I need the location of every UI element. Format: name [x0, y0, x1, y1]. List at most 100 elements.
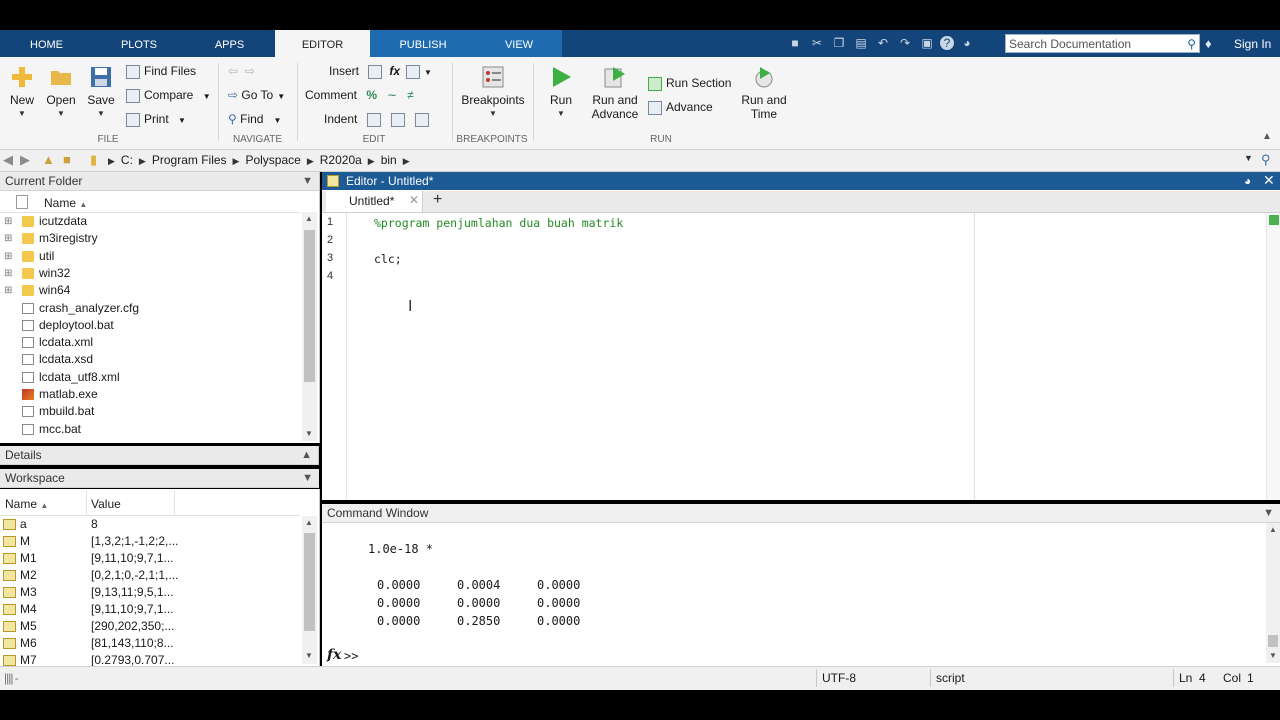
collapse-ribbon-icon[interactable]: ▲	[1262, 131, 1272, 142]
insert-section-icon[interactable]	[368, 64, 383, 79]
search-documentation-input[interactable]: Search Documentation ⚲	[1005, 34, 1200, 53]
scroll-down-icon[interactable]: ▼	[1269, 651, 1277, 660]
run-button[interactable]: Run ▼	[545, 65, 577, 118]
redo-icon[interactable]: ↷	[896, 34, 914, 52]
breadcrumb-item[interactable]: C:	[121, 153, 133, 167]
ws-name-column-header[interactable]: Name ▲	[5, 497, 48, 511]
options-icon[interactable]: ◕	[958, 34, 976, 52]
command-prompt[interactable]: >>	[344, 649, 358, 663]
workspace-scrollbar[interactable]: ▲ ▼	[302, 516, 317, 664]
tab-view[interactable]: VIEW	[476, 30, 562, 57]
print-button[interactable]: Print ▼	[126, 109, 186, 129]
file-item[interactable]: deploytool.bat	[0, 317, 300, 334]
folder-item[interactable]: ⊞ icutzdata	[0, 213, 300, 230]
comment-icon[interactable]: %	[366, 88, 377, 102]
workspace-variable-row[interactable]: M5 [290,202,350;...	[0, 618, 300, 635]
save-icon[interactable]: ■	[786, 34, 804, 52]
increase-indent-icon[interactable]	[390, 112, 405, 127]
breakpoints-button[interactable]: Breakpoints ▼	[458, 65, 528, 118]
expand-icon[interactable]: ⊞	[4, 230, 12, 247]
file-item[interactable]: lcdata.xsd	[0, 351, 300, 368]
compare-button[interactable]: Compare ▼	[126, 85, 211, 105]
go-to-button[interactable]: ⇨ Go To ▼	[228, 85, 285, 105]
folder-item[interactable]: ⊞ win32	[0, 265, 300, 282]
run-section-button[interactable]: Run Section	[648, 73, 731, 93]
analysis-ok-indicator[interactable]	[1269, 215, 1279, 225]
editor-menu-icon[interactable]: ◕	[1244, 172, 1251, 190]
insert-button[interactable]: Insert fx ▼	[329, 61, 432, 81]
fx-icon[interactable]: fx	[389, 64, 400, 78]
decrease-indent-icon[interactable]	[414, 112, 429, 127]
scroll-thumb[interactable]	[304, 533, 315, 631]
find-button[interactable]: ⚲ Find ▼	[228, 109, 281, 129]
fx-icon[interactable]: fx	[327, 647, 341, 663]
workspace-variable-row[interactable]: M3 [9,13,11;9,5,1...	[0, 584, 300, 601]
find-files-button[interactable]: Find Files	[126, 61, 196, 81]
new-button[interactable]: New ▼	[6, 65, 38, 118]
tab-editor[interactable]: EDITOR	[275, 30, 370, 57]
address-dropdown-icon[interactable]: ▼	[1244, 153, 1253, 163]
run-and-time-button[interactable]: Run and Time	[738, 65, 790, 121]
folder-item[interactable]: ⊞ util	[0, 248, 300, 265]
scroll-up-icon[interactable]: ▲	[305, 518, 313, 527]
resize-grip-icon[interactable]: |||| -	[4, 671, 19, 685]
scroll-down-icon[interactable]: ▼	[305, 651, 313, 660]
open-button[interactable]: Open ▼	[44, 65, 78, 118]
scroll-thumb[interactable]	[1268, 635, 1278, 647]
insert-function-icon[interactable]	[406, 64, 421, 79]
file-item[interactable]: mbuild.bat	[0, 403, 300, 420]
ws-value-column-header[interactable]: Value	[91, 497, 121, 511]
back-icon[interactable]: ◀	[3, 152, 13, 168]
scroll-down-icon[interactable]: ▼	[305, 429, 313, 438]
comment-button[interactable]: Comment % ∼ ≠	[305, 85, 414, 105]
expand-icon[interactable]: ⊞	[4, 248, 12, 265]
indent-button[interactable]: Indent	[324, 109, 433, 129]
folder-item[interactable]: ⊞ win64	[0, 282, 300, 299]
workspace-variable-row[interactable]: M1 [9,11,10;9,7,1...	[0, 550, 300, 567]
wrap-comments-icon[interactable]: ≠	[407, 88, 414, 102]
back-arrow-icon[interactable]: ⇦	[228, 64, 238, 78]
workspace-variable-row[interactable]: M [1,3,2;1,-1,2;2,...	[0, 533, 300, 550]
workspace-variable-row[interactable]: M2 [0,2,1;0,-2,1;1,...	[0, 567, 300, 584]
breadcrumb-item[interactable]: bin	[381, 153, 397, 167]
switch-windows-icon[interactable]: ▣	[918, 34, 936, 52]
new-tab-icon[interactable]: +	[433, 191, 442, 209]
help-icon[interactable]: ?	[940, 36, 954, 50]
expand-icon[interactable]: ⊞	[4, 213, 12, 230]
search-icon[interactable]: ⚲	[1187, 35, 1196, 54]
save-button[interactable]: Save ▼	[85, 65, 117, 118]
tab-untitled[interactable]: Untitled* ✕	[326, 191, 423, 212]
advance-button[interactable]: Advance	[648, 97, 713, 117]
copy-icon[interactable]: ❐	[830, 34, 848, 52]
breadcrumb-item[interactable]: Program Files	[152, 153, 227, 167]
code-line[interactable]: clc;	[374, 252, 402, 266]
uncomment-icon[interactable]: ∼	[387, 88, 397, 102]
undo-icon[interactable]: ↶	[874, 34, 892, 52]
cut-icon[interactable]: ✂	[808, 34, 826, 52]
back-forward-nav[interactable]: ⇦ ⇨	[228, 61, 255, 81]
expand-icon[interactable]: ⊞	[4, 282, 12, 299]
notification-icon[interactable]: ♦	[1205, 36, 1212, 51]
scroll-up-icon[interactable]: ▲	[1269, 525, 1277, 534]
up-folder-icon[interactable]: ▲	[42, 152, 55, 167]
code-line[interactable]: %program penjumlahan dua buah matrik	[374, 216, 623, 230]
command-scrollbar[interactable]: ▲ ▼	[1266, 523, 1280, 663]
file-item[interactable]: lcdata_utf8.xml	[0, 369, 300, 386]
panel-menu-icon[interactable]: ▼	[302, 469, 313, 488]
panel-menu-icon[interactable]: ▼	[1263, 504, 1274, 523]
search-folder-icon[interactable]: ⚲	[1261, 152, 1271, 168]
workspace-variable-row[interactable]: M6 [81,143,110;8...	[0, 635, 300, 652]
workspace-variable-row[interactable]: M4 [9,11,10;9,7,1...	[0, 601, 300, 618]
folder-item[interactable]: ⊞ m3iregistry	[0, 230, 300, 247]
close-tab-icon[interactable]: ✕	[409, 193, 419, 207]
file-item[interactable]: mcc.bat	[0, 421, 300, 438]
breadcrumb-item[interactable]: Polyspace	[245, 153, 300, 167]
browse-folder-icon[interactable]: ■	[63, 152, 71, 167]
forward-icon[interactable]: ▶	[20, 152, 30, 168]
run-and-advance-button[interactable]: Run and Advance	[588, 65, 642, 121]
name-column-header[interactable]: Name ▲	[44, 196, 87, 210]
folder-scrollbar[interactable]: ▲ ▼	[302, 212, 317, 441]
workspace-variable-row[interactable]: a8	[0, 516, 300, 533]
tab-apps[interactable]: APPS	[185, 30, 274, 57]
close-icon[interactable]: ✕	[1263, 171, 1275, 189]
